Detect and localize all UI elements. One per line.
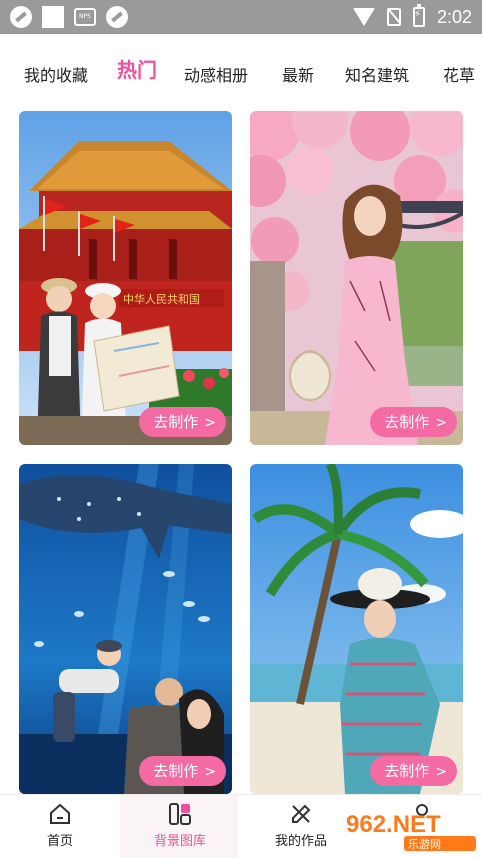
nav-background-gallery-label: 背景图库	[153, 834, 206, 849]
home-icon	[10, 801, 110, 827]
make-button[interactable]: 去制作 >	[139, 756, 226, 786]
site-watermark-logo: 962.NET 乐游网	[344, 806, 478, 852]
chevron-right-icon: >	[435, 764, 447, 780]
nav-home-label: 首页	[46, 834, 73, 849]
template-image-cherry-blossom	[250, 111, 463, 445]
nav-home[interactable]: 首页	[10, 801, 110, 849]
template-card-cherry-blossom[interactable]: 去制作 >	[250, 111, 463, 445]
watermark-text: 962.NET	[346, 811, 441, 838]
template-card-beach[interactable]: 去制作 >	[250, 464, 463, 794]
template-image-aquarium	[19, 464, 232, 794]
gate-sign-text: 中华人民共和国	[123, 292, 200, 306]
make-button-label: 去制作	[384, 762, 430, 780]
nps-app-icon: NPS	[74, 8, 96, 26]
make-button-label: 去制作	[384, 413, 430, 431]
status-bar: NPS 2:02	[0, 0, 482, 34]
wifi-icon	[352, 8, 375, 26]
battery-charging-icon	[412, 4, 425, 27]
app-square-icon	[42, 6, 64, 28]
template-card-aquarium[interactable]: 去制作 >	[19, 464, 232, 794]
app-notification-icon-2	[106, 6, 128, 28]
clock: 2:02	[436, 6, 472, 27]
template-image-tiananmen: 中华人民共和国	[19, 111, 232, 445]
tab-latest[interactable]: 最新	[282, 62, 314, 86]
category-tab-bar: 我的收藏 热门 动感相册 最新 知名建筑 花草	[0, 34, 482, 110]
template-card-tiananmen[interactable]: 中华人民共和国 去制作 >	[19, 111, 232, 445]
chevron-right-icon: >	[204, 415, 216, 431]
watermark-subtext: 乐游网	[408, 838, 441, 851]
tab-flowers[interactable]: 花草	[443, 62, 475, 86]
tab-famous-buildings[interactable]: 知名建筑	[345, 62, 409, 86]
make-button[interactable]: 去制作 >	[370, 407, 457, 437]
make-button[interactable]: 去制作 >	[139, 407, 226, 437]
make-button[interactable]: 去制作 >	[370, 756, 457, 786]
pencil-ruler-icon	[251, 801, 351, 827]
no-sim-icon	[386, 8, 401, 26]
nav-my-works[interactable]: 我的作品	[251, 801, 351, 849]
template-image-beach	[250, 464, 463, 794]
make-button-label: 去制作	[153, 762, 199, 780]
tab-hot[interactable]: 热门	[117, 54, 157, 83]
app-notification-icon	[10, 6, 32, 28]
tab-favorites[interactable]: 我的收藏	[24, 62, 88, 86]
nav-background-gallery[interactable]: 背景图库	[130, 801, 230, 849]
chevron-right-icon: >	[435, 415, 447, 431]
nav-my-works-label: 我的作品	[274, 834, 327, 849]
tab-dynamic-album[interactable]: 动感相册	[184, 62, 248, 86]
gallery-icon	[130, 801, 230, 827]
chevron-right-icon: >	[204, 764, 216, 780]
make-button-label: 去制作	[153, 413, 199, 431]
